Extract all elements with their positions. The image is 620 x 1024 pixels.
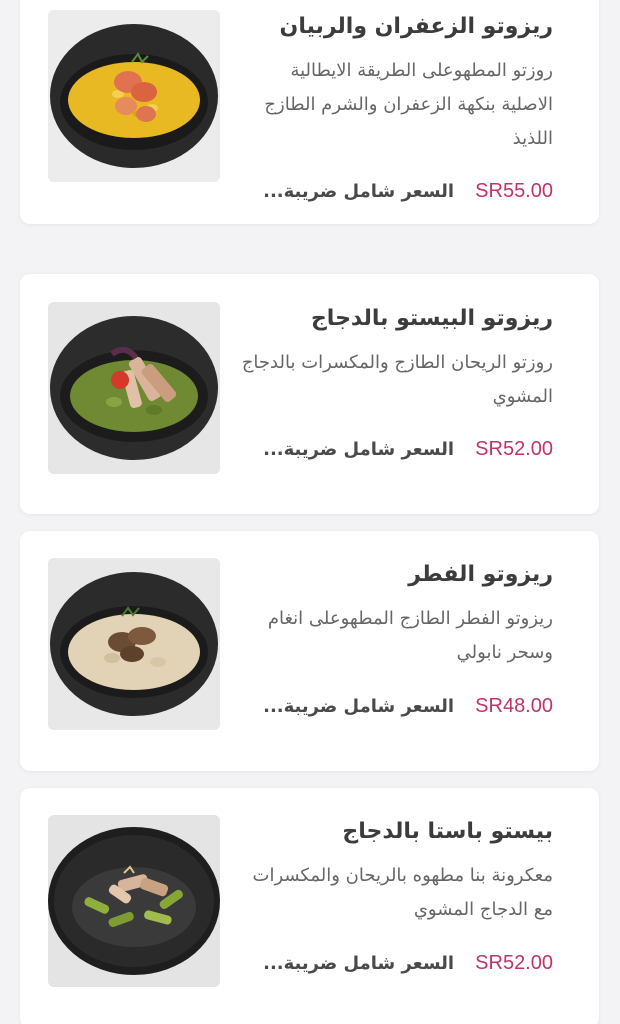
item-price: SR52.00 [475, 952, 553, 974]
item-title: ريزوتو البيستو بالدجاج [310, 306, 553, 331]
item-price: SR48.00 [475, 695, 553, 717]
menu-item-card[interactable]: ريزوتو الزعفران والربيان روزتو المطهوعلى… [20, 0, 599, 224]
tax-note: السعر شامل ضريبة... [263, 181, 455, 202]
dish-photo [48, 815, 220, 987]
dish-photo [48, 10, 220, 182]
menu-item-card[interactable]: ريزوتو الفطر ريزوتو الفطر الطازج المطهوع… [20, 531, 599, 771]
menu-list: ريزوتو الزعفران والربيان روزتو المطهوعلى… [0, 0, 620, 1024]
item-info: بيستو باستا بالدجاج معكرونة بنا مطهوه با… [235, 815, 554, 927]
item-info: ريزوتو الزعفران والربيان روزتو المطهوعلى… [235, 10, 553, 156]
item-title: ريزوتو الزعفران والربيان [279, 14, 553, 39]
dish-photo [48, 558, 220, 730]
tax-note: السعر شامل ضريبة... [263, 953, 455, 974]
price-row: SR52.00 السعر شامل ضريبة... [235, 438, 553, 461]
menu-item-card[interactable]: بيستو باستا بالدجاج معكرونة بنا مطهوه با… [20, 788, 599, 1024]
tax-note: السعر شامل ضريبة... [263, 696, 455, 717]
item-price: SR55.00 [475, 180, 553, 202]
price-row: SR48.00 السعر شامل ضريبة... [235, 695, 553, 718]
menu-item-card[interactable]: ريزوتو البيستو بالدجاج روزتو الريحان الط… [20, 274, 599, 514]
item-description: روزتو المطهوعلى الطريقة الايطالية الاصلي… [264, 60, 553, 149]
item-info: ريزوتو البيستو بالدجاج روزتو الريحان الط… [235, 302, 553, 414]
price-row: SR55.00 السعر شامل ضريبة... [235, 180, 553, 203]
item-description: روزتو الريحان الطازج والمكسرات بالدجاج ا… [241, 352, 553, 407]
item-price: SR52.00 [475, 438, 553, 460]
item-info: ريزوتو الفطر ريزوتو الفطر الطازج المطهوع… [235, 558, 553, 670]
item-description: ريزوتو الفطر الطازج المطهوعلى انغام وسحر… [267, 608, 553, 663]
item-description: معكرونة بنا مطهوه بالريحان والمكسرات مع … [252, 865, 554, 920]
tax-note: السعر شامل ضريبة... [263, 439, 455, 460]
price-row: SR52.00 السعر شامل ضريبة... [235, 952, 553, 975]
dish-photo [48, 302, 220, 474]
item-title: ريزوتو الفطر [408, 562, 553, 587]
item-title: بيستو باستا بالدجاج [342, 819, 553, 844]
